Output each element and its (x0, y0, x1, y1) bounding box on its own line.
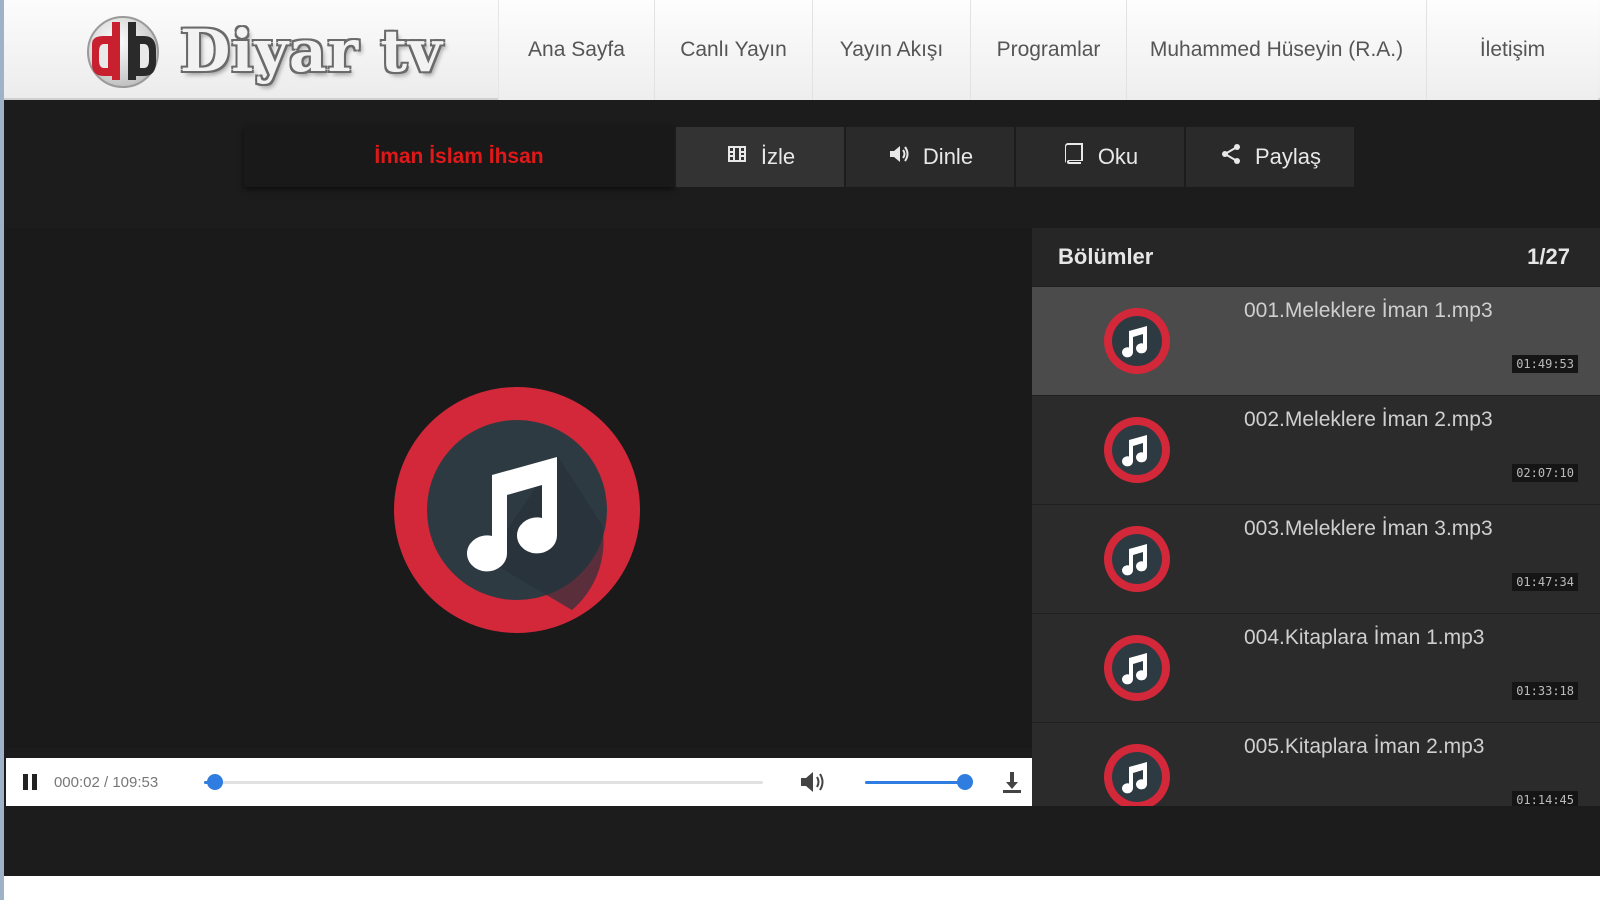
episode-duration: 01:33:18 (1512, 682, 1578, 700)
episode-title: 002.Meleklere İman 2.mp3 (1244, 408, 1493, 431)
download-button[interactable] (992, 758, 1032, 806)
nav-item-muhammed-huseyin[interactable]: Muhammed Hüseyin (R.A.) (1126, 0, 1426, 100)
episode-title: 004.Kitaplara İman 1.mp3 (1244, 626, 1485, 649)
episode-item[interactable]: 003.Meleklere İman 3.mp3 01:47:34 (1032, 504, 1600, 613)
episodes-header: Bölümler 1/27 (1032, 228, 1600, 286)
page: Diyar tv Ana Sayfa Canlı Yayın Yayın Akı… (4, 0, 1600, 900)
music-note-icon (1103, 307, 1171, 375)
tab-share-label: Paylaş (1254, 144, 1322, 169)
episode-item[interactable]: 005.Kitaplara İman 2.mp3 01:14:45 (1032, 722, 1600, 806)
volume-icon (801, 772, 824, 792)
player-controls: 000:02 / 109:53 (6, 758, 1032, 806)
time-display: 000:02 / 109:53 (53, 773, 159, 791)
tab-watch[interactable]: İzle (674, 127, 844, 187)
episode-title: 001.Meleklere İman 1.mp3 (1244, 299, 1493, 322)
music-note-icon (1103, 743, 1171, 806)
episode-item[interactable]: 001.Meleklere İman 1.mp3 01:49:53 (1032, 286, 1600, 395)
tab-listen-label: Dinle (922, 144, 974, 169)
seek-track (203, 781, 764, 784)
program-toolbar: İman İslam İhsan İzle Dinle Oku Paylaş (244, 127, 1354, 187)
book-icon (1062, 142, 1086, 172)
episodes-heading: Bölümler (1058, 244, 1154, 269)
volume-handle[interactable] (956, 774, 973, 790)
music-note-icon (392, 385, 642, 635)
episode-title: 005.Kitaplara İman 2.mp3 (1244, 735, 1485, 758)
mute-button[interactable] (793, 758, 833, 806)
speaker-icon (887, 142, 911, 172)
tab-read-label: Oku (1097, 144, 1139, 169)
nav-item-home[interactable]: Ana Sayfa (498, 0, 654, 100)
nav-item-live[interactable]: Canlı Yayın (654, 0, 812, 100)
music-note-icon (1103, 416, 1171, 484)
episode-counter: 1/27 (1527, 244, 1570, 269)
program-title: İman İslam İhsan (244, 127, 674, 187)
music-note-icon (1103, 634, 1171, 702)
episode-duration: 02:07:10 (1512, 464, 1578, 482)
site-header: Diyar tv Ana Sayfa Canlı Yayın Yayın Akı… (4, 0, 1600, 100)
tab-listen[interactable]: Dinle (844, 127, 1014, 187)
tab-read[interactable]: Oku (1014, 127, 1184, 187)
episodes-panel: Bölümler 1/27 001.Meleklere İman 1.mp3 0… (1032, 228, 1600, 806)
share-icon (1219, 142, 1243, 172)
pause-button[interactable] (6, 758, 54, 806)
site-logo[interactable]: Diyar tv (82, 12, 443, 90)
below-player-area (4, 806, 1600, 876)
audio-player[interactable] (6, 228, 1032, 748)
episode-duration: 01:47:34 (1512, 573, 1578, 591)
seek-bar[interactable] (203, 773, 764, 791)
episode-title: 003.Meleklere İman 3.mp3 (1244, 517, 1493, 540)
main-nav: Ana Sayfa Canlı Yayın Yayın Akışı Progra… (498, 0, 1598, 100)
music-note-icon (1103, 525, 1171, 593)
logo-mark-icon (82, 14, 164, 88)
seek-handle[interactable] (206, 774, 223, 790)
brand-name: Diyar tv (180, 17, 443, 85)
pause-icon (22, 774, 37, 790)
episode-item[interactable]: 002.Meleklere İman 2.mp3 02:07:10 (1032, 395, 1600, 504)
tab-share[interactable]: Paylaş (1184, 127, 1354, 187)
episode-duration: 01:14:45 (1512, 791, 1578, 806)
download-icon (1003, 772, 1022, 793)
nav-item-schedule[interactable]: Yayın Akışı (812, 0, 970, 100)
tab-watch-label: İzle (760, 144, 796, 169)
volume-slider[interactable] (865, 773, 973, 791)
film-icon (725, 142, 749, 172)
page-footer-strip (4, 876, 1600, 900)
episode-item[interactable]: 004.Kitaplara İman 1.mp3 01:33:18 (1032, 613, 1600, 722)
episode-duration: 01:49:53 (1512, 355, 1578, 373)
nav-item-contact[interactable]: İletişim (1426, 0, 1598, 100)
volume-level (865, 781, 965, 784)
nav-item-programs[interactable]: Programlar (970, 0, 1126, 100)
